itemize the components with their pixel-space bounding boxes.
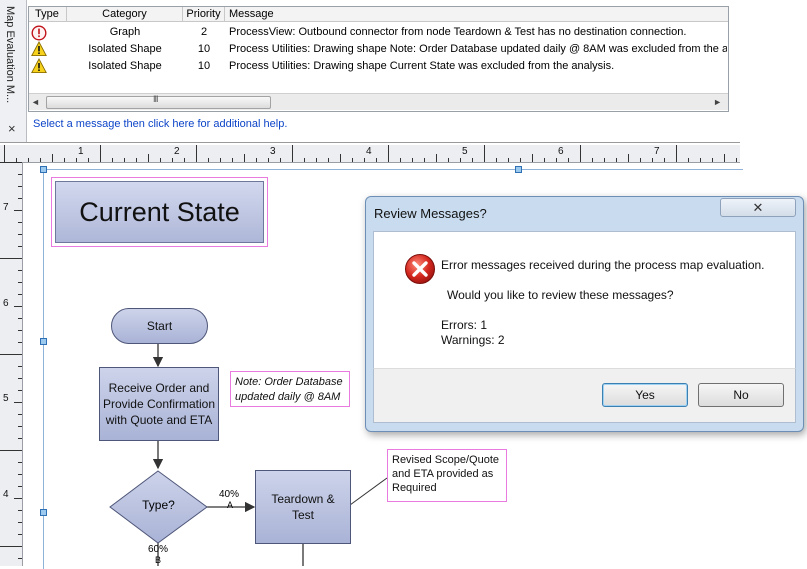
current-state-title: Current State bbox=[55, 181, 264, 243]
dialog-footer: Yes No bbox=[373, 368, 796, 423]
dialog-body: Error messages received during the proce… bbox=[373, 231, 796, 368]
receive-order-process[interactable]: Receive Order and Provide Confirmation w… bbox=[99, 367, 219, 441]
connector[interactable] bbox=[349, 477, 388, 506]
errors-count: Errors: 1 bbox=[441, 318, 488, 332]
dialog-title: Review Messages? bbox=[374, 206, 487, 221]
no-button[interactable]: No bbox=[698, 383, 784, 407]
branch-label-a: A bbox=[227, 500, 234, 510]
branch-percent-b: 60% bbox=[148, 544, 169, 555]
dialog-message: Error messages received during the proce… bbox=[441, 258, 765, 272]
current-state-title-shape[interactable]: Current State bbox=[51, 177, 268, 247]
branch-label-b: B bbox=[155, 555, 162, 565]
close-icon[interactable]: ✕ bbox=[720, 198, 796, 217]
review-messages-dialog: Review Messages? ✕ Error messages receiv… bbox=[365, 196, 804, 432]
note-revised-scope[interactable]: Revised Scope/Quote and ETA provided as … bbox=[387, 449, 507, 502]
start-terminator[interactable]: Start bbox=[111, 308, 208, 344]
teardown-test-process[interactable]: Teardown & Test bbox=[255, 470, 351, 544]
warnings-count: Warnings: 2 bbox=[441, 333, 505, 347]
error-icon bbox=[405, 254, 435, 284]
dialog-question: Would you like to review these messages? bbox=[447, 288, 674, 302]
note-order-database[interactable]: Note: Order Database updated daily @ 8AM bbox=[230, 371, 350, 407]
branch-percent-a: 40% bbox=[219, 489, 240, 500]
yes-button[interactable]: Yes bbox=[602, 383, 688, 407]
decision-label: Type? bbox=[142, 498, 175, 512]
